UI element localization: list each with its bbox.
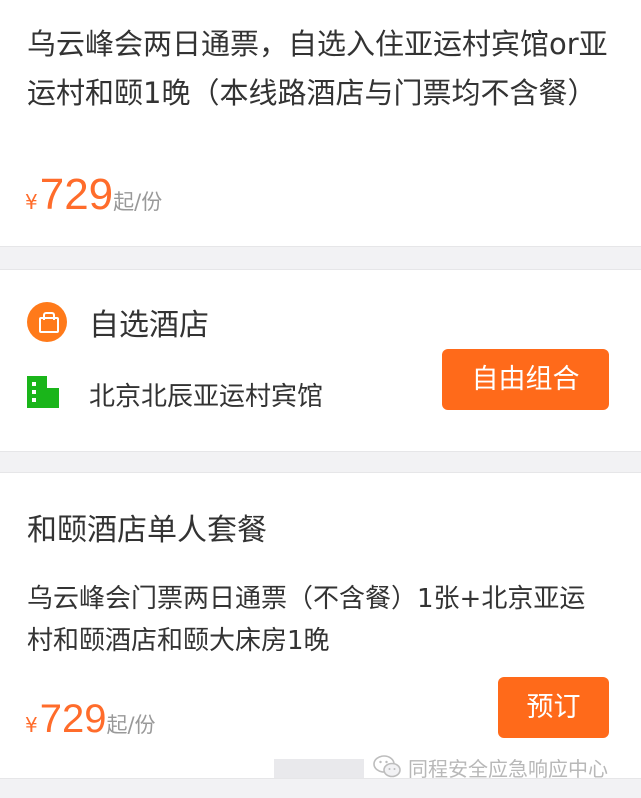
book-button[interactable]: 预订 (498, 677, 609, 738)
package-description: 乌云峰会门票两日通票（不含餐）1张+北京亚运村和颐酒店和颐大床房1晚 (27, 584, 586, 656)
package-card: 和颐酒店单人套餐 乌云峰会门票两日通票（不含餐）1张+北京亚运村和颐酒店和颐大床… (0, 472, 641, 779)
price-amount: 729 (39, 697, 107, 741)
price-currency: ¥ (25, 190, 38, 214)
watermark: 同程安全应急响应中心 (372, 752, 608, 782)
watermark-text: 同程安全应急响应中心 (408, 756, 608, 781)
wechat-icon (373, 755, 401, 778)
building-icon (27, 376, 59, 408)
price-currency: ¥ (25, 713, 38, 737)
product-title: 乌云峰会两日通票，自选入住亚运村宾馆or亚运村和颐1晚（本线路酒店与门票均不含餐… (27, 27, 608, 110)
hotel-option-card: 自选酒店 北京北辰亚运村宾馆 自由组合 (0, 269, 641, 452)
free-combo-button[interactable]: 自由组合 (442, 349, 609, 410)
package-title: 和颐酒店单人套餐 (27, 513, 267, 548)
price-suffix: 起/份 (113, 190, 163, 214)
hotel-name: 北京北辰亚运村宾馆 (89, 382, 324, 412)
price-suffix: 起/份 (106, 713, 156, 737)
watermark-bar (274, 759, 364, 778)
product-price: ¥729起/份 (25, 170, 162, 220)
price-amount: 729 (39, 170, 114, 219)
hotel-option-title: 自选酒店 (89, 308, 209, 343)
bag-icon (27, 302, 67, 342)
package-price: ¥729起/份 (25, 697, 156, 742)
product-card: 乌云峰会两日通票，自选入住亚运村宾馆or亚运村和颐1晚（本线路酒店与门票均不含餐… (0, 0, 641, 247)
